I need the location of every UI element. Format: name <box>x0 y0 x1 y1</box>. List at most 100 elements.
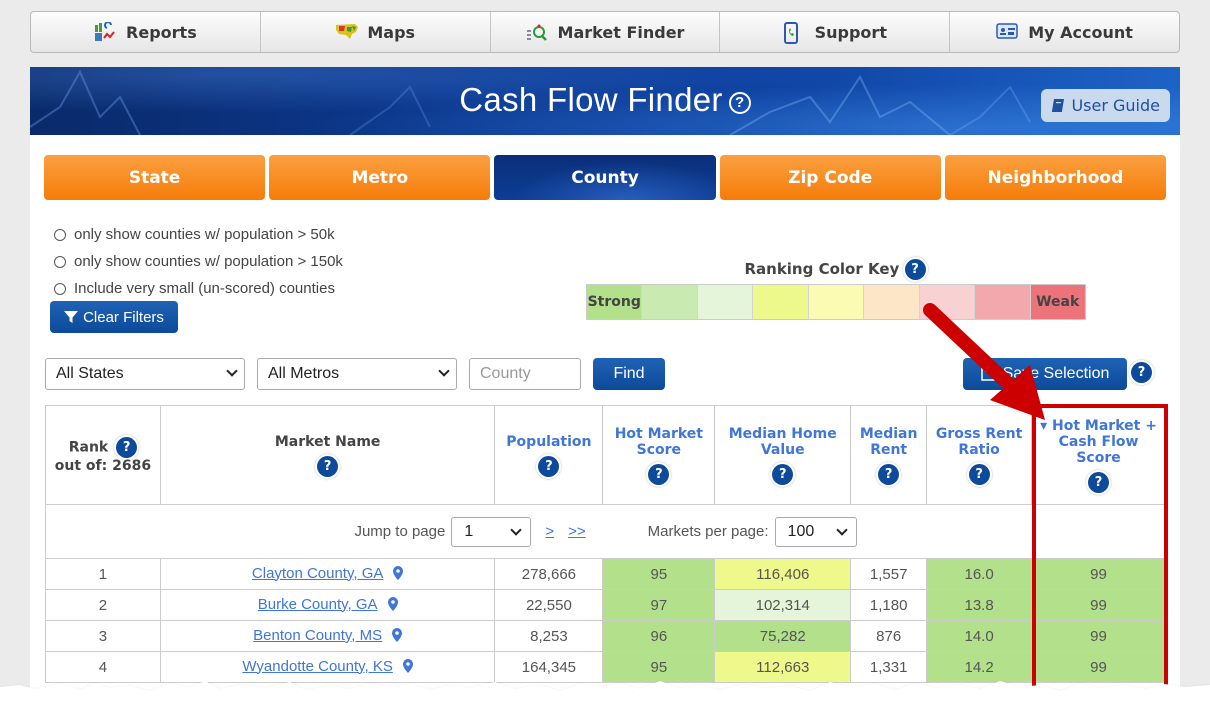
state-select[interactable]: All States <box>45 358 245 390</box>
next-page-link[interactable]: > <box>545 523 554 540</box>
page-select-value: 1 <box>464 522 474 540</box>
tab-state[interactable]: State <box>44 155 266 200</box>
map-pin-icon[interactable] <box>392 627 403 646</box>
page-select[interactable]: 1 <box>451 516 532 547</box>
book-icon <box>1052 99 1065 112</box>
nav-my-account-label: My Account <box>1028 22 1133 42</box>
market-link[interactable]: Burke County, GA <box>258 596 378 613</box>
market-name-help-icon[interactable]: ? <box>317 455 339 477</box>
nav-market-finder[interactable]: Market Finder <box>491 12 721 52</box>
per-page-select[interactable]: 100 <box>774 516 857 547</box>
gross-rent-ratio-cell: 14.0 <box>926 620 1033 652</box>
color-key-help-icon[interactable]: ? <box>904 259 926 280</box>
top-nav: Reports Maps Market Finder Support My Ac… <box>30 11 1180 53</box>
tab-zip-code[interactable]: Zip Code <box>719 155 941 200</box>
us-map-icon <box>335 22 359 42</box>
grr-help-icon[interactable]: ? <box>968 463 990 485</box>
gross-rent-ratio-cell: 14.2 <box>926 651 1033 683</box>
home-value-header-label: Median Home Value <box>728 425 837 458</box>
color-key-title-text: Ranking Color Key <box>744 260 900 278</box>
column-market-name[interactable]: Market Name ? <box>159 405 496 505</box>
table-row: 3 Benton County, MS 8,253 96 75,282 876 14.0 99 <box>45 620 1166 652</box>
column-gross-rent-ratio[interactable]: Gross Rent Ratio ? <box>926 405 1033 505</box>
market-link[interactable]: Wyandotte County, KS <box>242 658 393 675</box>
color-swatch <box>864 285 920 319</box>
map-pin-icon[interactable] <box>402 658 413 677</box>
population-help-icon[interactable]: ? <box>538 455 560 477</box>
map-pin-icon[interactable] <box>387 596 398 615</box>
market-name-cell: Benton County, MS <box>159 620 496 652</box>
user-guide-button[interactable]: User Guide <box>1041 89 1170 122</box>
radio-button[interactable] <box>54 282 66 295</box>
tab-metro[interactable]: Metro <box>269 155 491 200</box>
nav-reports[interactable]: Reports <box>31 12 261 52</box>
account-card-icon <box>996 22 1018 42</box>
pagination: Jump to page 1 > >> Markets per page: 10… <box>47 516 1164 547</box>
title-help-icon[interactable]: ? <box>728 92 751 114</box>
population-cell: 22,550 <box>494 589 604 621</box>
filter-population-150k[interactable]: only show counties w/ population > 150k <box>54 248 343 275</box>
column-population[interactable]: Population ? <box>494 405 604 505</box>
gross-rent-ratio-cell: 16.0 <box>926 558 1033 590</box>
pager-cell: Jump to page 1 > >> Markets per page: 10… <box>45 504 1166 559</box>
weak-label: Weak <box>1036 294 1080 310</box>
save-selection-button[interactable]: Save Selection <box>963 358 1127 390</box>
color-swatch-strong: Strong <box>587 285 643 319</box>
sort-descending-icon: ▾ <box>1040 417 1048 434</box>
hot-market-help-icon[interactable]: ? <box>648 463 670 485</box>
filter-include-small[interactable]: Include very small (un-scored) counties <box>54 275 343 302</box>
filter-population-50k[interactable]: only show counties w/ population > 50k <box>54 221 343 248</box>
column-hot-market-cash-flow-score[interactable]: ▾ Hot Market + Cash Flow Score ? <box>1031 405 1166 505</box>
combined-score-help-icon[interactable]: ? <box>1088 471 1110 493</box>
market-name-header-label: Market Name <box>274 433 381 450</box>
chevron-down-icon <box>438 365 450 377</box>
population-cell: 278,666 <box>494 558 604 590</box>
hot-market-score-cell: 95 <box>602 651 716 683</box>
table-row: 1 Clayton County, GA 278,666 95 116,406 1,557… <box>45 558 1166 590</box>
rank-help-icon[interactable]: ? <box>116 436 138 458</box>
nav-my-account[interactable]: My Account <box>950 12 1179 52</box>
column-median-home-value[interactable]: Median Home Value ? <box>714 405 852 505</box>
color-swatch <box>975 285 1031 319</box>
reports-chart-icon <box>94 21 116 42</box>
clear-filters-button[interactable]: Clear Filters <box>50 301 178 333</box>
combined-score-cell: 99 <box>1031 620 1166 652</box>
radio-button[interactable] <box>54 255 66 268</box>
page-title-text: Cash Flow Finder <box>459 81 723 118</box>
median-home-value-cell: 112,663 <box>714 651 852 683</box>
ranking-color-key: Strong Weak <box>586 284 1086 320</box>
combined-score-cell: 99 <box>1031 558 1166 590</box>
find-button[interactable]: Find <box>593 358 665 390</box>
median-rent-help-icon[interactable]: ? <box>878 463 900 485</box>
chevron-down-icon <box>226 365 238 377</box>
population-filters: only show counties w/ population > 50k o… <box>54 221 343 302</box>
county-search-input[interactable]: County <box>469 358 581 390</box>
nav-support[interactable]: Support <box>720 12 951 52</box>
color-swatch <box>697 285 754 319</box>
home-value-help-icon[interactable]: ? <box>772 463 794 485</box>
tab-neighborhood[interactable]: Neighborhood <box>944 155 1167 200</box>
market-link[interactable]: Benton County, MS <box>253 627 382 644</box>
tab-county[interactable]: County <box>494 155 716 200</box>
county-rankings-table: Rank ? out of: 2686 Market Name ? Popula… <box>45 405 1166 683</box>
nav-maps[interactable]: Maps <box>261 12 491 52</box>
column-rank[interactable]: Rank ? out of: 2686 <box>45 405 161 505</box>
metro-select[interactable]: All Metros <box>257 358 457 390</box>
median-rent-cell: 1,180 <box>850 589 928 621</box>
column-median-rent[interactable]: Median Rent ? <box>850 405 928 505</box>
color-swatch <box>808 285 865 319</box>
median-rent-cell: 1,331 <box>850 651 928 683</box>
hot-market-score-cell: 95 <box>602 558 716 590</box>
market-link[interactable]: Clayton County, GA <box>252 565 383 582</box>
column-hot-market-score[interactable]: Hot Market Score ? <box>602 405 716 505</box>
save-selection-help-icon[interactable]: ? <box>1131 362 1152 383</box>
nav-maps-label: Maps <box>367 22 416 42</box>
map-pin-icon[interactable] <box>393 565 404 584</box>
color-swatch <box>919 285 976 319</box>
color-swatch <box>642 285 698 319</box>
last-page-link[interactable]: >> <box>568 523 586 540</box>
radio-button[interactable] <box>54 228 66 241</box>
state-select-value: All States <box>56 365 124 382</box>
median-home-value-cell: 102,314 <box>714 589 852 621</box>
filter-funnel-icon <box>64 311 79 323</box>
